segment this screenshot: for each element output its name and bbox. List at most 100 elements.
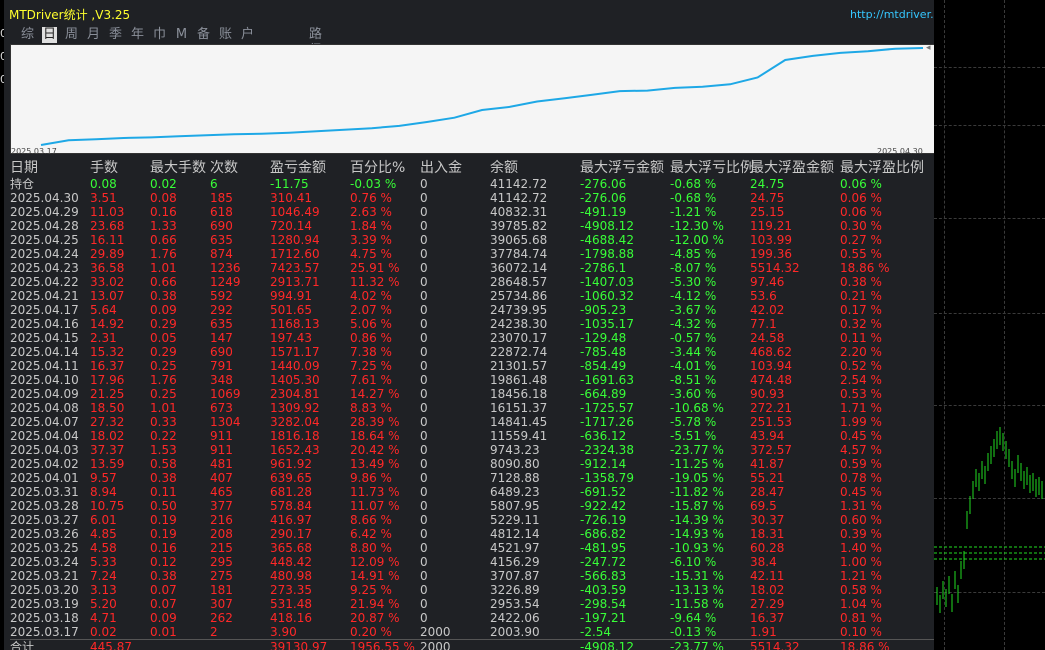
cell-date: 2025.04.16 [10, 317, 79, 331]
cell-flow: 0 [420, 541, 428, 555]
cell-max-dd-pct: -5.30 % [670, 275, 717, 289]
cell-max-fp-pct: 18.86 % [840, 640, 890, 650]
cell-count: 690 [210, 345, 233, 359]
table-row: 2025.03.19 5.20 0.07 307 531.48 21.94 % 0 2953.… [10, 597, 934, 611]
cell-date: 2025.04.03 [10, 443, 79, 457]
website-link[interactable]: http://mtdriver.cn [850, 8, 934, 21]
cell-lots: 23.68 [90, 219, 125, 233]
tab-2[interactable]: 周 [64, 27, 79, 43]
tab-6[interactable]: 巾 [152, 27, 167, 43]
daily-stats-table: 日期 手数 最大手数 次数 盈亏金额 百分比% 出入金 余额 最大浮亏金额 最大浮亏比例 最大浮盈金… [10, 160, 934, 650]
cell-max-dd: -1717.26 [580, 415, 634, 429]
cell-balance: 25734.86 [490, 289, 548, 303]
cell-max-dd-pct: -12.00 % [670, 233, 724, 247]
column-header: 出入金 [420, 160, 462, 176]
cell-lots: 17.96 [90, 373, 125, 387]
cell-max-lots: 0.11 [150, 485, 177, 499]
cell-max-fp: 41.87 [750, 457, 785, 471]
summary-row: 合计 445.87 39130.97 1956.55 % 2000 -4908.12 -23… [10, 639, 934, 650]
cell-count: 618 [210, 205, 233, 219]
cell-balance: 5807.95 [490, 499, 540, 513]
cell-max-fp-pct: 0.52 % [840, 359, 882, 373]
tab-1[interactable]: 日 [42, 27, 57, 43]
cell-pnl: 365.68 [270, 541, 312, 555]
tab-0[interactable]: 综 [20, 27, 35, 43]
cell-max-lots: 1.33 [150, 219, 177, 233]
cell-flow: 0 [420, 443, 428, 457]
cell-count: 215 [210, 541, 233, 555]
cell-lots: 16.11 [90, 233, 125, 247]
cell-max-fp: 468.62 [750, 345, 792, 359]
cell-max-dd: -664.89 [580, 387, 627, 401]
cell-pnl: 2913.71 [270, 275, 320, 289]
cell-max-dd: -785.48 [580, 345, 627, 359]
cell-max-dd-pct: -11.82 % [670, 485, 724, 499]
tab-3[interactable]: 月 [86, 27, 101, 43]
cell-max-fp-pct: 0.59 % [840, 457, 882, 471]
cell-balance: 18456.18 [490, 387, 548, 401]
cell-max-lots: 0.19 [150, 513, 177, 527]
cell-pnl: 681.28 [270, 485, 312, 499]
cell-max-dd: -1725.57 [580, 401, 634, 415]
cell-pct: 2.63 % [350, 205, 392, 219]
cell-date: 2025.04.22 [10, 275, 79, 289]
cell-flow: 0 [420, 219, 428, 233]
table-row: 2025.03.31 8.94 0.11 465 681.28 11.73 % 0 6489.… [10, 485, 934, 499]
table-row: 2025.04.30 3.51 0.08 185 310.41 0.76 % 0 41142.… [10, 191, 934, 205]
cell-max-dd-pct: -0.13 % [670, 625, 717, 639]
cell-date: 2025.03.27 [10, 513, 79, 527]
cell-max-dd: -481.95 [580, 541, 627, 555]
cell-count: 295 [210, 555, 233, 569]
equity-chart: ◂ 2025.03.17 2025.04.30 [10, 44, 934, 156]
cell-balance: 36072.14 [490, 261, 548, 275]
cell-flow: 0 [420, 513, 428, 527]
cell-max-lots: 0.66 [150, 233, 177, 247]
cell-balance: 2422.06 [490, 611, 540, 625]
cell-max-fp: 53.6 [750, 289, 777, 303]
cell-pct: 21.94 % [350, 597, 400, 611]
cell-max-lots: 0.19 [150, 527, 177, 541]
holding-row: 持仓 0.08 0.02 6 -11.75 -0.03 % 0 41142.72 -276.06… [10, 177, 934, 191]
cell-date: 2025.03.28 [10, 499, 79, 513]
tab-8[interactable]: 备 [196, 27, 211, 43]
cell-date: 2025.03.20 [10, 583, 79, 597]
cell-max-fp: 18.02 [750, 583, 785, 597]
cell-balance: 39785.82 [490, 219, 548, 233]
cell-flow: 0 [420, 205, 428, 219]
cell-count: 1236 [210, 261, 241, 275]
cell-max-fp: 38.4 [750, 555, 777, 569]
cell-max-dd-pct: -23.77 % [670, 443, 724, 457]
cell-flow: 0 [420, 387, 428, 401]
cell-date: 2025.03.17 [10, 625, 79, 639]
cell-max-dd: -197.21 [580, 611, 627, 625]
cell-balance: 4521.97 [490, 541, 540, 555]
cell-pct: 11.73 % [350, 485, 400, 499]
cell-max-fp-pct: 0.06 % [840, 177, 882, 191]
tab-9[interactable]: 账 [218, 27, 233, 43]
stats-panel: MTDriver统计 ,V3.25 http://mtdriver.cn 综日周… [4, 0, 934, 650]
tab-4[interactable]: 季 [108, 27, 123, 43]
tab-7[interactable]: M [174, 27, 189, 43]
cell-max-dd: -247.72 [580, 555, 627, 569]
cell-balance: 41142.72 [490, 177, 548, 191]
cell-pnl: 639.65 [270, 471, 312, 485]
cell-max-dd: -854.49 [580, 359, 627, 373]
cell-count: 635 [210, 233, 233, 247]
cell-balance: 21301.57 [490, 359, 548, 373]
cell-lots: 5.20 [90, 597, 117, 611]
tab-5[interactable]: 年 [130, 27, 145, 43]
cell-flow: 0 [420, 457, 428, 471]
cell-max-fp: 55.21 [750, 471, 785, 485]
cell-date: 2025.04.07 [10, 415, 79, 429]
cell-max-dd-pct: -14.93 % [670, 527, 724, 541]
cell-flow: 0 [420, 611, 428, 625]
cell-balance: 24238.30 [490, 317, 548, 331]
cell-lots: 8.94 [90, 485, 117, 499]
cell-max-fp-pct: 0.53 % [840, 387, 882, 401]
cell-pnl: 720.14 [270, 219, 312, 233]
chart-end-date: 2025.04.30 [877, 147, 923, 156]
cell-lots: 11.03 [90, 205, 125, 219]
cell-pnl: 416.97 [270, 513, 312, 527]
cell-max-dd-pct: -19.05 % [670, 471, 724, 485]
tab-10[interactable]: 户 [240, 27, 255, 43]
